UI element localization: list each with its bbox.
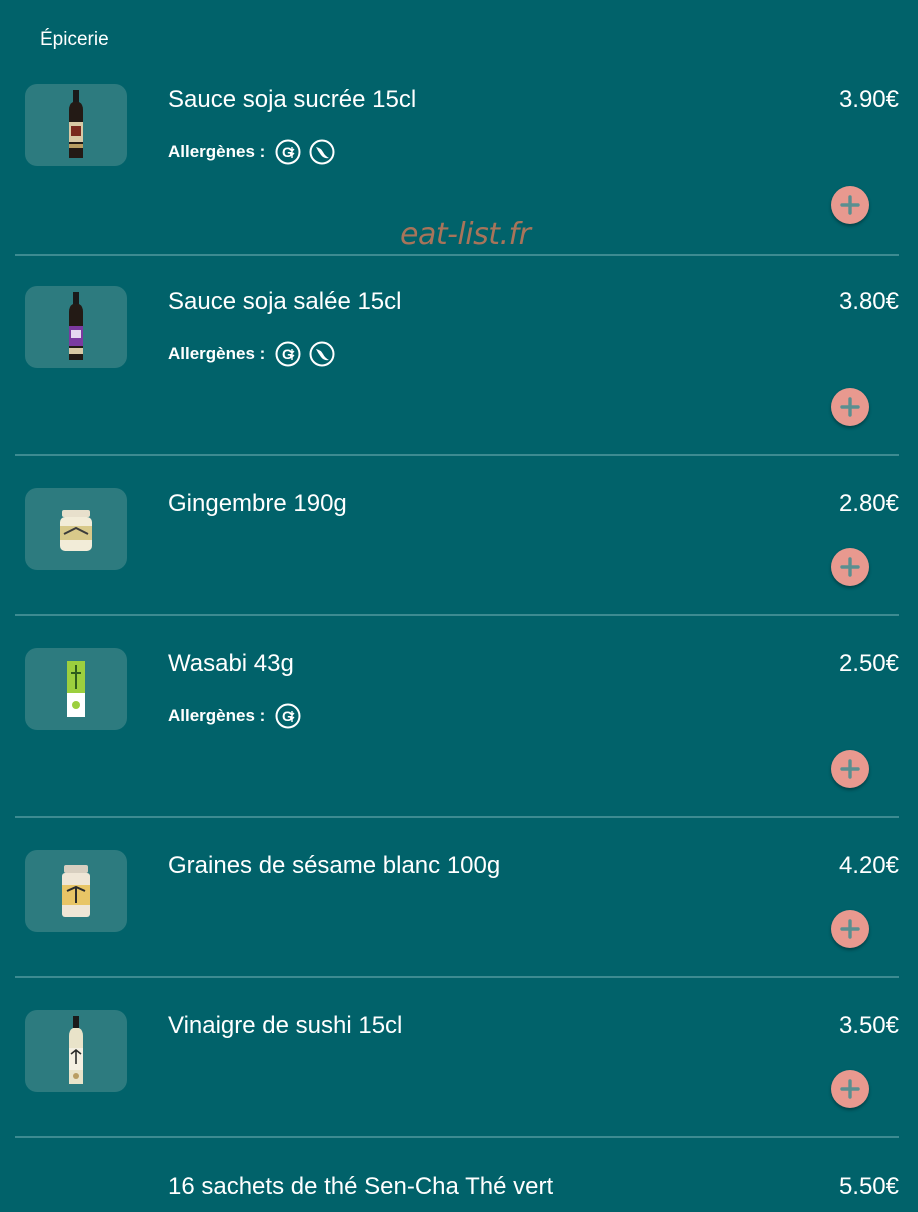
allergens-label: Allergènes : [168, 142, 266, 161]
plus-icon [840, 397, 860, 417]
menu-item-wasabi[interactable]: Wasabi 43g 2.50€ Allergènes : G [15, 616, 899, 818]
item-name: Sauce soja sucrée 15cl [168, 86, 417, 113]
soy-sauce-bottle-icon [69, 90, 83, 158]
allergens-row: Allergènes : G [168, 703, 301, 729]
item-price: 5.50€ [838, 1173, 899, 1200]
ginger-jar-icon [60, 510, 92, 551]
allergens-row: Allergènes : G [168, 341, 335, 367]
soy-sauce-bottle-purple-icon [69, 292, 83, 360]
product-image[interactable] [25, 84, 127, 166]
vinegar-bottle-icon [69, 1016, 83, 1084]
watermark: eat-list.fr [400, 217, 531, 252]
item-name: Gingembre 190g [168, 490, 347, 517]
allergens-label: Allergènes : [168, 706, 266, 725]
menu-item-the-sencha[interactable]: 16 sachets de thé Sen-Cha Thé vert 5.50€ [15, 1138, 899, 1212]
product-image[interactable] [25, 488, 127, 570]
add-to-cart-button[interactable] [831, 388, 869, 426]
menu-item-gingembre[interactable]: Gingembre 190g 2.80€ [15, 456, 899, 616]
allergens-row: Allergènes : G [168, 139, 335, 165]
gluten-icon: G [275, 341, 301, 367]
product-image[interactable] [25, 850, 127, 932]
plus-icon [840, 557, 860, 577]
gluten-icon: G [275, 703, 301, 729]
plus-icon [840, 1079, 860, 1099]
sesame-jar-icon [62, 865, 90, 917]
add-to-cart-button[interactable] [831, 186, 869, 224]
add-to-cart-button[interactable] [831, 910, 869, 948]
product-image[interactable] [25, 1010, 127, 1092]
allergens-label: Allergènes : [168, 344, 266, 363]
soy-icon [309, 139, 335, 165]
add-to-cart-button[interactable] [831, 548, 869, 586]
product-image[interactable] [25, 286, 127, 368]
item-price: 3.80€ [838, 288, 899, 315]
item-name: Vinaigre de sushi 15cl [168, 1012, 403, 1039]
item-name: Sauce soja salée 15cl [168, 288, 402, 315]
menu-item-graines-sesame[interactable]: Graines de sésame blanc 100g 4.20€ [15, 818, 899, 978]
plus-icon [840, 919, 860, 939]
gluten-icon: G [275, 139, 301, 165]
item-name: 16 sachets de thé Sen-Cha Thé vert [168, 1173, 554, 1200]
menu-item-vinaigre-sushi[interactable]: Vinaigre de sushi 15cl 3.50€ [15, 978, 899, 1138]
wasabi-tube-icon [67, 661, 85, 717]
item-name: Wasabi 43g [168, 650, 294, 677]
item-price: 2.80€ [838, 490, 899, 517]
plus-icon [840, 195, 860, 215]
product-image[interactable] [25, 648, 127, 730]
item-price: 4.20€ [838, 852, 899, 879]
item-name: Graines de sésame blanc 100g [168, 852, 501, 879]
item-price: 2.50€ [838, 650, 899, 677]
add-to-cart-button[interactable] [831, 750, 869, 788]
item-price: 3.90€ [838, 86, 899, 113]
plus-icon [840, 759, 860, 779]
soy-icon [309, 341, 335, 367]
item-price: 3.50€ [838, 1012, 899, 1039]
menu-item-sauce-soja-salee[interactable]: Sauce soja salée 15cl 3.80€ Allergènes :… [15, 256, 899, 456]
add-to-cart-button[interactable] [831, 1070, 869, 1108]
